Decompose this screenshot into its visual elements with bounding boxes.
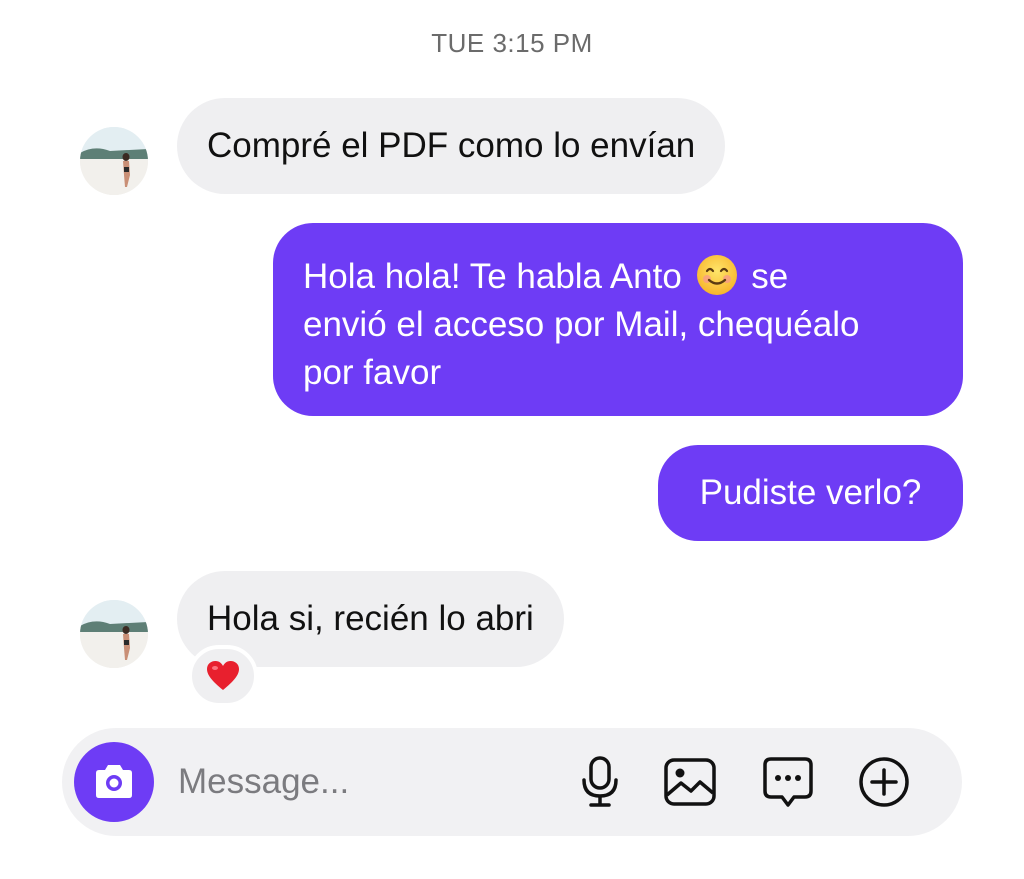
smiling-face-emoji: [696, 255, 737, 295]
message-bubble-incoming[interactable]: Compré el PDF como lo envían: [177, 98, 726, 194]
microphone-button[interactable]: [570, 752, 630, 812]
sticker-chat-icon: [763, 757, 813, 807]
avatar[interactable]: [80, 600, 148, 668]
avatar-photo: [80, 600, 148, 668]
avatar[interactable]: [80, 127, 148, 195]
camera-button[interactable]: [74, 742, 154, 822]
message-text: se: [751, 257, 789, 296]
gallery-icon: [664, 758, 716, 806]
plus-circle-icon: [859, 757, 909, 807]
chat-screen: TUE 3:15 PM Compré el PDF como lo envían…: [0, 0, 1024, 879]
message-composer: [62, 728, 962, 836]
gallery-button[interactable]: [660, 752, 720, 812]
message-line: envió el acceso por Mail, chequéalo: [303, 305, 860, 344]
message-input[interactable]: [178, 756, 538, 808]
microphone-icon: [582, 756, 618, 807]
red-heart-emoji: [207, 661, 239, 690]
avatar-photo: [80, 127, 148, 195]
reaction-badge[interactable]: [188, 645, 258, 707]
camera-icon: [96, 765, 132, 798]
message-text: Hola si, recién lo abri: [207, 599, 534, 638]
plus-button[interactable]: [854, 752, 914, 812]
timestamp: TUE 3:15 PM: [431, 28, 593, 58]
message-text: Hola hola! Te habla Anto: [303, 257, 682, 296]
message-bubble-outgoing[interactable]: Pudiste verlo?: [658, 445, 963, 541]
message-line: Hola hola! Te habla Anto se: [303, 253, 933, 301]
message-text: Pudiste verlo?: [699, 473, 922, 512]
message-bubble-outgoing[interactable]: Hola hola! Te habla Anto se envió el acc…: [273, 223, 963, 416]
sticker-chat-button[interactable]: [758, 752, 818, 812]
message-text: Compré el PDF como lo envían: [207, 126, 696, 165]
message-line: por favor: [303, 353, 442, 392]
